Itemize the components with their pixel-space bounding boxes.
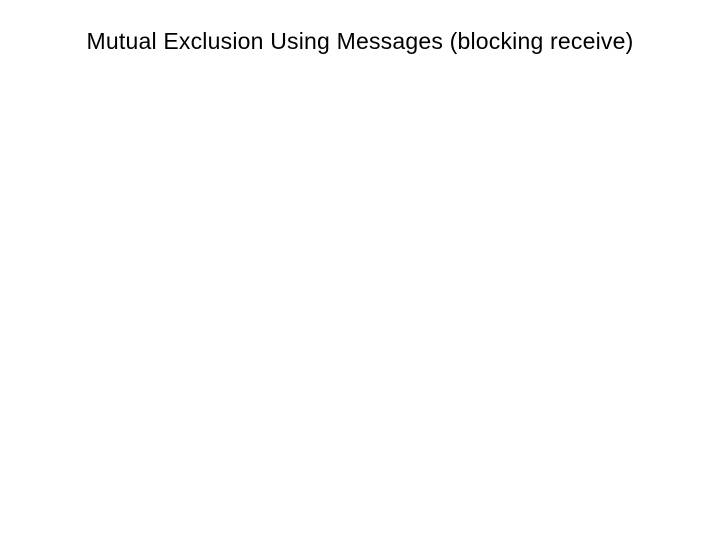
slide-container: Mutual Exclusion Using Messages (blockin… — [0, 0, 720, 540]
slide-title: Mutual Exclusion Using Messages (blockin… — [40, 28, 680, 55]
